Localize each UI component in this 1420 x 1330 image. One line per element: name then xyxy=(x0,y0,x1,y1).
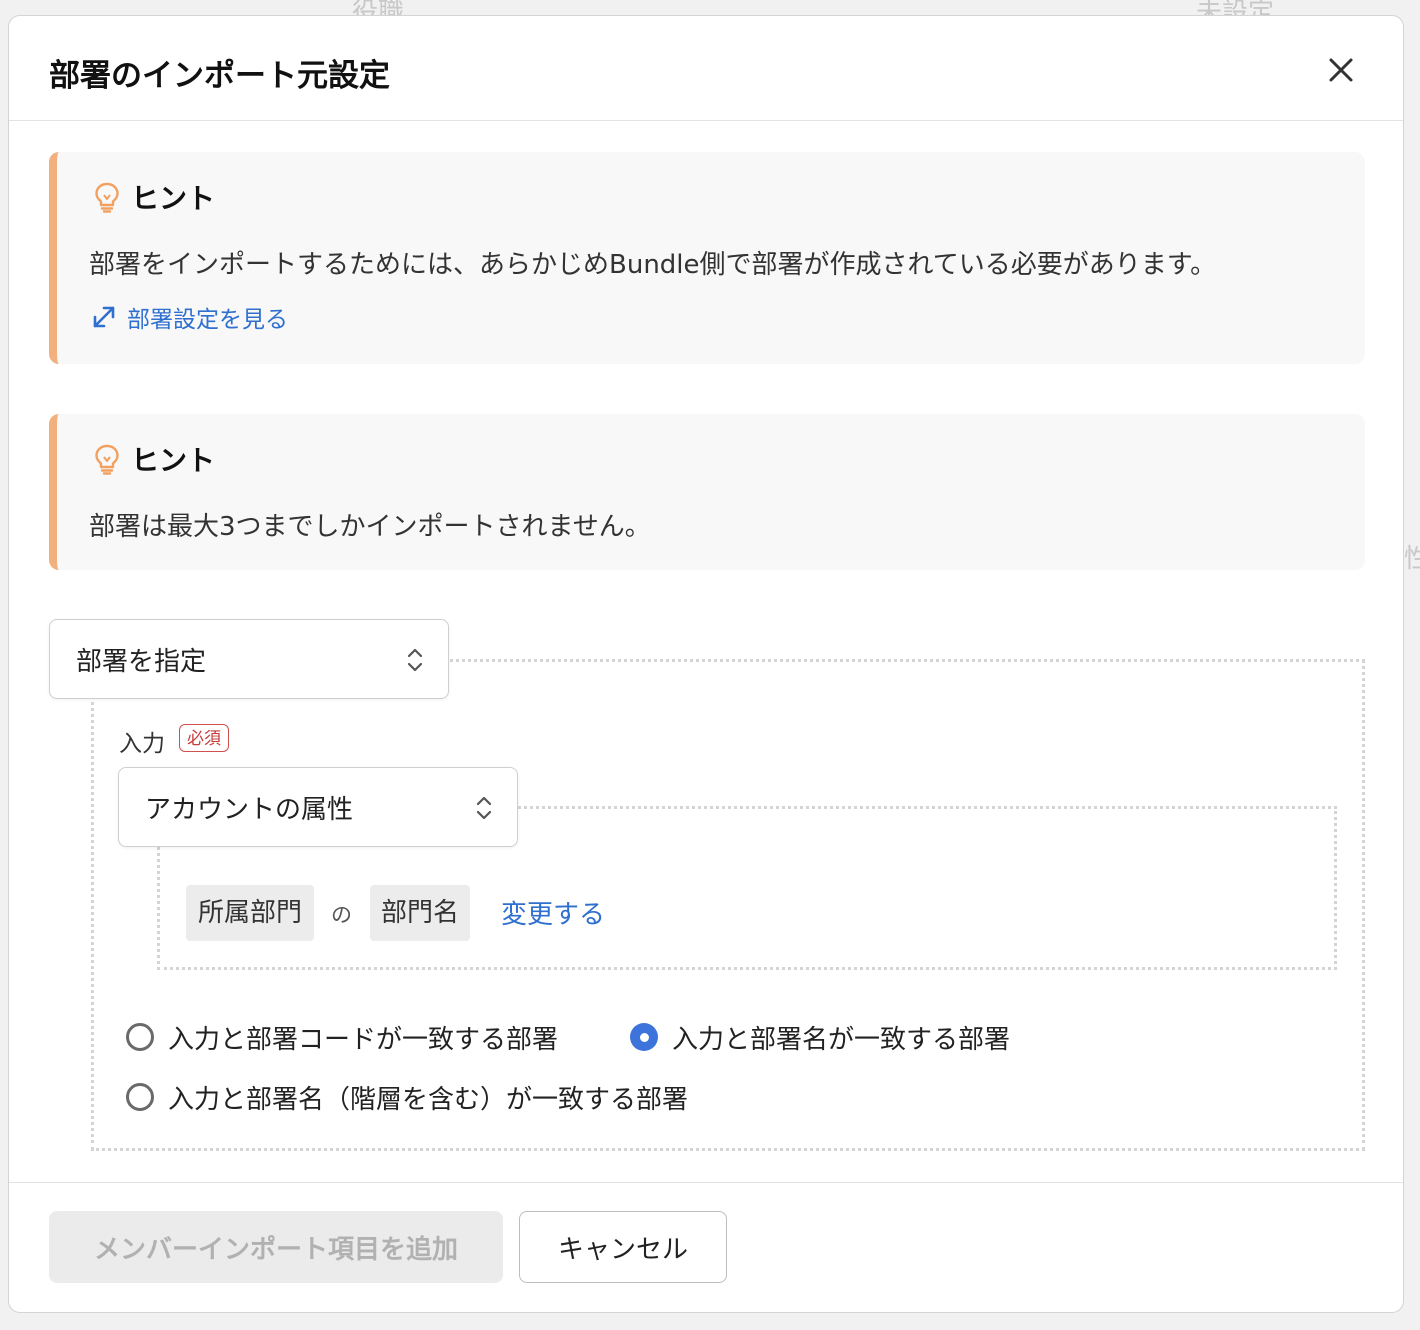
department-settings-link-label: 部署設定を見る xyxy=(127,307,288,333)
modal-header: 部署のインポート元設定 xyxy=(9,16,1403,121)
radio-checked xyxy=(630,1023,658,1051)
match-option-department-name[interactable]: 入力と部署名が一致する部署 xyxy=(630,1017,1010,1057)
hint-box-department-setup: ヒント 部署をインポートするためには、あらかじめBundle側で部署が作成されて… xyxy=(49,152,1365,364)
radio-unchecked xyxy=(126,1083,154,1111)
hint-header: ヒント xyxy=(93,180,216,215)
cancel-button[interactable]: キャンセル xyxy=(519,1211,727,1283)
lightbulb-icon xyxy=(95,182,119,213)
chevron-up-down-icon xyxy=(476,796,492,820)
department-mode-select[interactable]: 部署を指定 xyxy=(49,619,449,699)
chevron-up-down-icon xyxy=(407,648,423,672)
modal-footer: メンバーインポート項目を追加 キャンセル xyxy=(9,1182,1403,1312)
close-icon xyxy=(1329,58,1353,82)
import-source-modal: 部署のインポート元設定 ヒント 部署をインポートするためには、あらかじめBund… xyxy=(8,15,1404,1313)
required-badge: 必須 xyxy=(179,724,229,752)
department-mode-select-value: 部署を指定 xyxy=(76,647,207,677)
match-option-department-name-hierarchy[interactable]: 入力と部署名（階層を含む）が一致する部署 xyxy=(126,1077,688,1117)
input-source-select[interactable]: アカウントの属性 xyxy=(118,767,518,847)
hint-text: 部署をインポートするためには、あらかじめBundle側で部署が作成されている必要… xyxy=(89,250,1217,280)
attribute-category-chip: 所属部門 xyxy=(186,885,314,941)
hint-header: ヒント xyxy=(93,442,216,477)
department-settings-link[interactable]: 部署設定を見る xyxy=(91,300,288,334)
background-edge-text: 性 xyxy=(1404,544,1420,574)
hint-title: ヒント xyxy=(131,444,216,477)
input-source-select-value: アカウントの属性 xyxy=(145,795,354,825)
add-member-import-item-button[interactable]: メンバーインポート項目を追加 xyxy=(49,1211,503,1283)
attribute-field-chip: 部門名 xyxy=(370,885,470,941)
match-option-label: 入力と部署名が一致する部署 xyxy=(672,1024,1011,1055)
match-option-department-code[interactable]: 入力と部署コードが一致する部署 xyxy=(126,1017,558,1057)
modal-title: 部署のインポート元設定 xyxy=(49,58,390,94)
hint-text: 部署は最大3つまでしかインポートされません。 xyxy=(89,512,651,542)
attribute-connector-text: の xyxy=(331,903,352,927)
match-option-label: 入力と部署コードが一致する部署 xyxy=(168,1024,559,1055)
lightbulb-icon xyxy=(95,444,119,475)
close-button[interactable] xyxy=(1323,52,1359,88)
hint-box-import-limit: ヒント 部署は最大3つまでしかインポートされません。 xyxy=(49,414,1365,570)
hint-title: ヒント xyxy=(131,182,216,215)
change-attribute-link[interactable]: 変更する xyxy=(501,894,605,931)
input-field-label: 入力 xyxy=(119,731,165,757)
radio-unchecked xyxy=(126,1023,154,1051)
external-link-icon xyxy=(93,306,115,328)
match-option-label: 入力と部署名（階層を含む）が一致する部署 xyxy=(168,1084,689,1115)
